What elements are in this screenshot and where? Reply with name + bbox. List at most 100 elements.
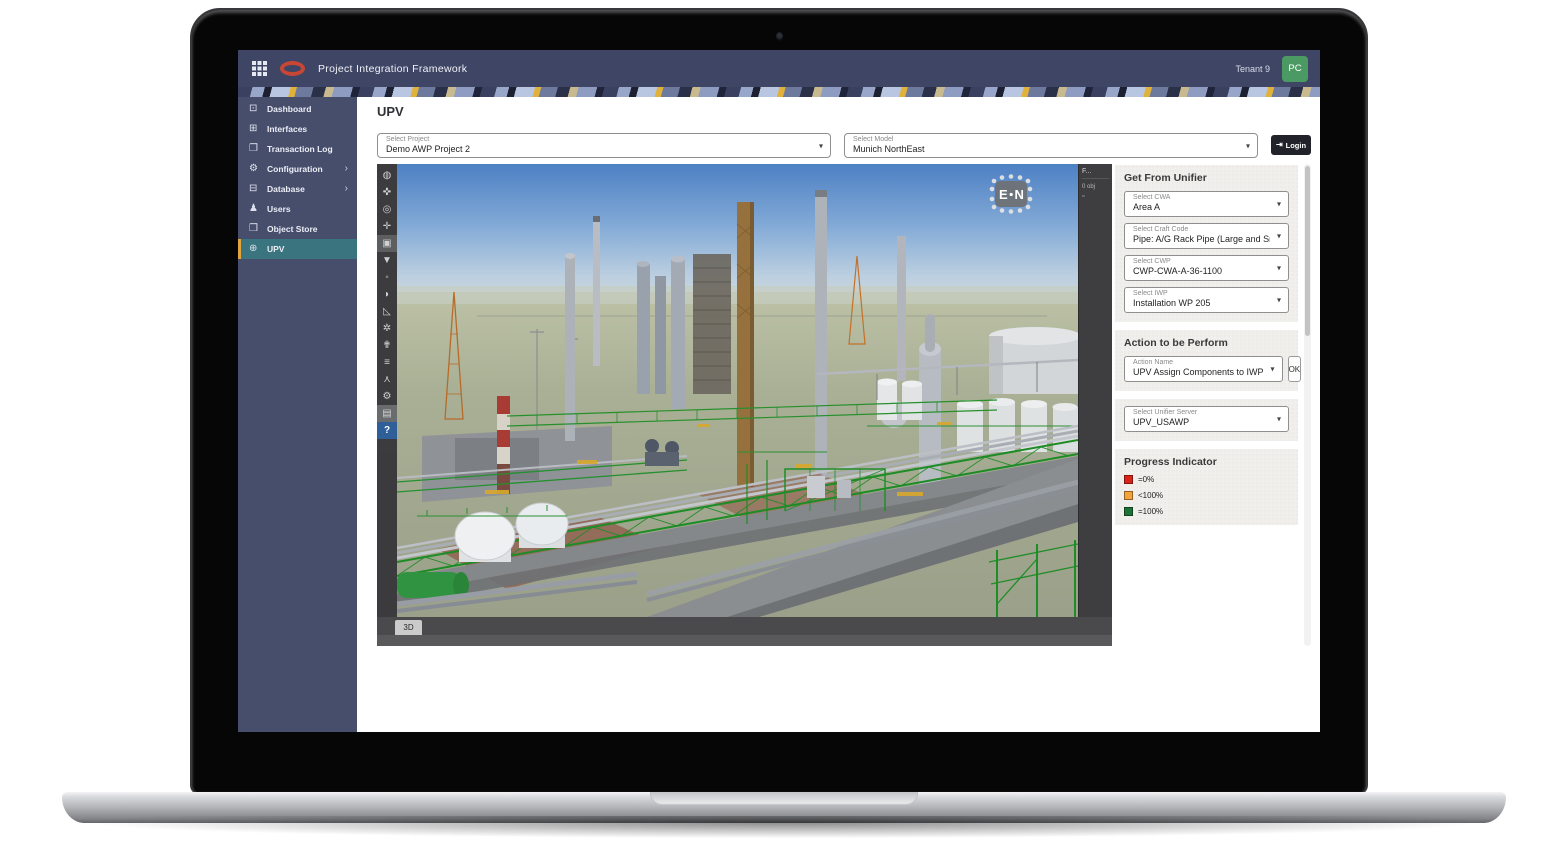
action-section: Action to be Perform Action Name UPV Ass… <box>1115 330 1298 391</box>
sidebar: ⊡ Dashboard ⊞ Interfaces ❐ Transaction L… <box>238 97 357 732</box>
project-select-label: Select Project <box>386 136 812 144</box>
select-label: Select CWP <box>1133 258 1270 266</box>
section-title: Get From Unifier <box>1124 172 1289 184</box>
select-label: Select Craft Code <box>1133 226 1270 234</box>
zoom-icon[interactable]: ◎ <box>377 201 397 218</box>
paint-icon[interactable]: ◗ <box>377 286 397 303</box>
dropdown-caret-icon: ▾ <box>1246 141 1250 150</box>
ok-button[interactable]: OK <box>1288 356 1302 382</box>
object-store-icon: ❒ <box>249 224 264 234</box>
login-button-label: Login <box>1286 141 1306 150</box>
tab-3d[interactable]: 3D <box>395 620 422 635</box>
iwp-select[interactable]: Select IWP Installation WP 205 ▾ <box>1124 287 1289 313</box>
orbit-icon[interactable]: ◍ <box>377 167 397 184</box>
sidebar-item-database[interactable]: ⊟ Database › <box>238 179 357 199</box>
help-icon[interactable]: ? <box>377 422 397 439</box>
sidebar-item-label: Database <box>267 184 305 194</box>
project-select[interactable]: Select Project Demo AWP Project 2 ▾ <box>377 133 831 158</box>
login-arrow-icon: ⇥ <box>1276 141 1283 149</box>
pan-icon[interactable]: ✜ <box>377 184 397 201</box>
sidebar-item-upv[interactable]: ⊕ UPV <box>238 239 357 259</box>
viewer-3d-scene[interactable]: E N <box>397 164 1078 617</box>
transaction-log-icon: ❐ <box>249 144 264 154</box>
app-grid-icon[interactable] <box>252 61 267 76</box>
sidebar-item-label: Interfaces <box>267 124 307 134</box>
dropdown-caret-icon: ▾ <box>1277 200 1281 209</box>
sidebar-item-label: Object Store <box>267 224 318 234</box>
sidebar-item-dashboard[interactable]: ⊡ Dashboard <box>238 99 357 119</box>
login-button[interactable]: ⇥ Login <box>1271 135 1311 155</box>
section-title: Progress Indicator <box>1124 456 1289 468</box>
filter-icon[interactable]: ▼ <box>377 252 397 269</box>
sidebar-item-configuration[interactable]: ⚙ Configuration › <box>238 159 357 179</box>
red-swatch <box>1124 475 1133 484</box>
upv-globe-icon: ⊕ <box>249 244 264 254</box>
chevron-right-icon: › <box>345 164 348 174</box>
legend-label: <100% <box>1138 491 1163 500</box>
explode-icon[interactable]: ✲ <box>377 320 397 337</box>
select-value: Area A <box>1133 202 1270 212</box>
cwa-select[interactable]: Select CWA Area A ▾ <box>1124 191 1289 217</box>
get-from-unifier-section: Get From Unifier Select CWA Area A ▾ Sel… <box>1115 165 1298 322</box>
document-icon[interactable]: ▤ <box>377 405 397 422</box>
measure-icon[interactable]: ◺ <box>377 303 397 320</box>
content-scrollbar[interactable] <box>1304 164 1311 646</box>
section-title: Action to be Perform <box>1124 337 1289 349</box>
select-value: CWP-CWA-A-36-1100 <box>1133 266 1270 276</box>
select-icon[interactable]: ▣ <box>377 235 397 252</box>
sidebar-item-transaction-log[interactable]: ❐ Transaction Log <box>238 139 357 159</box>
app-window: Project Integration Framework Tenant 9 P… <box>238 50 1320 732</box>
laptop-camera <box>776 32 783 41</box>
legend-item: =0% <box>1124 475 1289 484</box>
select-value: UPV Assign Components to IWP <box>1133 367 1264 377</box>
viewer-side-panel[interactable]: F... 0 obj ▫ <box>1078 164 1112 617</box>
navigation-compass[interactable]: E N <box>988 172 1034 216</box>
decorative-banner <box>238 87 1320 97</box>
viewer-toolbar: ◍ ✜ ◎ ✛ ▣ ▼ ◦ ◗ ◺ ✲ ✟ ≡ ⋏ ⚙ ▤ ? <box>377 164 397 454</box>
database-icon: ⊟ <box>249 184 264 194</box>
users-icon: ♟ <box>249 204 264 214</box>
sidebar-item-object-store[interactable]: ❒ Object Store <box>238 219 357 239</box>
stairs-icon[interactable]: ≡ <box>377 354 397 371</box>
unifier-server-section: Select Unifier Server UPV_USAWP ▾ <box>1115 399 1298 441</box>
legend-item: =100% <box>1124 507 1289 516</box>
settings-gear-icon[interactable]: ⚙ <box>377 388 397 405</box>
dropdown-caret-icon: ▾ <box>819 141 823 150</box>
action-name-select[interactable]: Action Name UPV Assign Components to IWP… <box>1124 356 1283 382</box>
configuration-gear-icon: ⚙ <box>249 164 264 174</box>
cwp-select[interactable]: Select CWP CWP-CWA-A-36-1100 ▾ <box>1124 255 1289 281</box>
3d-viewer: E N ◍ ✜ ◎ ✛ ▣ ▼ ◦ ◗ ◺ ✲ ✟ <box>377 164 1112 646</box>
progress-indicator-section: Progress Indicator =0% <100% =100% <box>1115 449 1298 525</box>
dropdown-caret-icon: ▾ <box>1271 365 1275 374</box>
laptop-notch <box>650 792 918 805</box>
sidebar-item-interfaces[interactable]: ⊞ Interfaces <box>238 119 357 139</box>
path-icon[interactable]: ⋏ <box>377 371 397 388</box>
select-label: Select IWP <box>1133 290 1270 298</box>
user-avatar[interactable]: PC <box>1282 56 1308 82</box>
model-select[interactable]: Select Model Munich NorthEast ▾ <box>844 133 1258 158</box>
point-icon[interactable]: ◦ <box>377 269 397 286</box>
side-panel-title: F... <box>1082 168 1109 179</box>
chevron-right-icon: › <box>345 184 348 194</box>
select-value: Pipe: A/G Rack Pipe (Large and Small Bor… <box>1133 234 1270 244</box>
green-swatch <box>1124 507 1133 516</box>
viewer-status-bar <box>377 635 1112 646</box>
sidebar-item-users[interactable]: ♟ Users <box>238 199 357 219</box>
craft-code-select[interactable]: Select Craft Code Pipe: A/G Rack Pipe (L… <box>1124 223 1289 249</box>
right-panel: Get From Unifier Select CWA Area A ▾ Sel… <box>1115 165 1298 525</box>
sidebar-item-label: Configuration <box>267 164 323 174</box>
fit-view-icon[interactable]: ✛ <box>377 218 397 235</box>
unifier-server-select[interactable]: Select Unifier Server UPV_USAWP ▾ <box>1124 406 1289 432</box>
select-label: Select Unifier Server <box>1133 409 1270 417</box>
legend-label: =100% <box>1138 507 1163 516</box>
square-icon: ▫ <box>1082 193 1109 200</box>
select-label: Action Name <box>1133 359 1264 367</box>
interfaces-icon: ⊞ <box>249 124 264 134</box>
walk-icon[interactable]: ✟ <box>377 337 397 354</box>
page-title: UPV <box>377 104 404 119</box>
app-header: Project Integration Framework Tenant 9 P… <box>238 50 1320 87</box>
dashboard-icon: ⊡ <box>249 104 264 114</box>
select-value: Installation WP 205 <box>1133 298 1270 308</box>
dropdown-caret-icon: ▾ <box>1277 415 1281 424</box>
scrollbar-thumb[interactable] <box>1305 166 1310 336</box>
